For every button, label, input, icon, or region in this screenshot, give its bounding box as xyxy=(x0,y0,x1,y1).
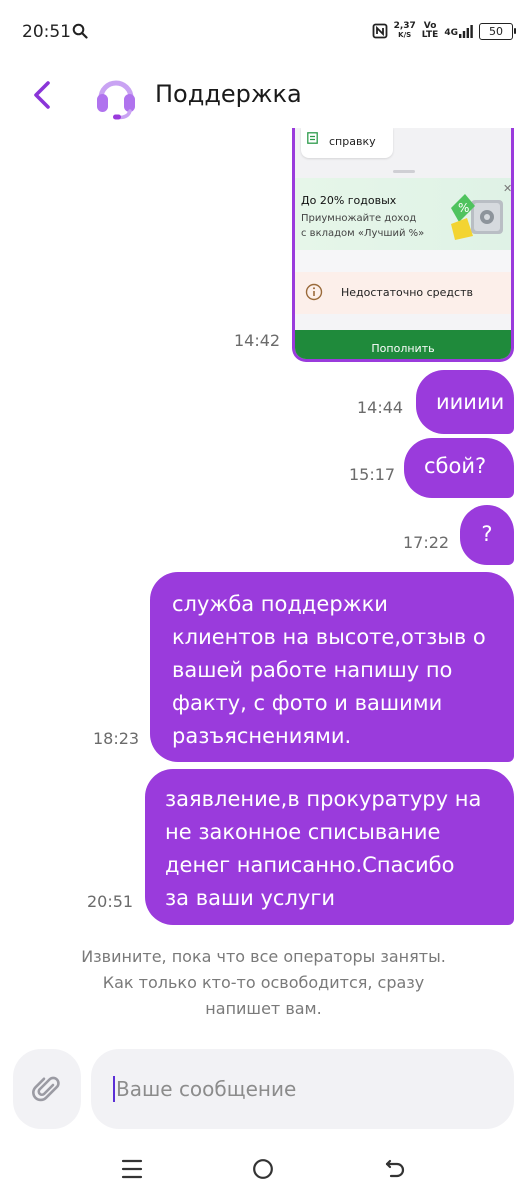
safe-illustration-icon: % xyxy=(451,194,503,240)
nfc-icon xyxy=(372,23,387,39)
message-bubble[interactable]: служба поддержки клиентов на высоте,отзы… xyxy=(150,572,514,762)
message-time: 14:44 xyxy=(357,398,404,417)
svg-text:%: % xyxy=(458,201,469,215)
message-line: клиентов на высоте,отзыв о xyxy=(172,625,486,649)
message-line: не законное списывание xyxy=(165,820,441,844)
image-promo-title: До 20% годовых xyxy=(301,194,397,207)
speed-value: 2,37 xyxy=(393,21,416,31)
paperclip-icon xyxy=(32,1076,60,1102)
headset-icon xyxy=(97,80,135,120)
back-arrow-icon[interactable] xyxy=(28,78,58,112)
image-promo-line: Приумножайте доход xyxy=(301,213,417,224)
chat-header: Поддержка xyxy=(0,64,527,128)
volte-bottom: LTE xyxy=(421,30,439,40)
image-message[interactable]: справку До 20% годовых Приумножайте дохо… xyxy=(292,128,514,362)
message-time: 18:23 xyxy=(93,729,140,748)
signal-indicator: 4G xyxy=(444,24,473,38)
battery-icon: 50 xyxy=(479,22,516,40)
image-doc-label: справку xyxy=(329,135,376,148)
image-promo-line: с вкладом «Лучший %» xyxy=(301,228,425,239)
message-line: за ваши услуги xyxy=(165,886,335,910)
page-title: Поддержка xyxy=(155,80,302,108)
message-input-placeholder: Ваше сообщение xyxy=(116,1077,297,1101)
home-icon[interactable] xyxy=(252,1158,274,1180)
message-time: 17:22 xyxy=(403,533,450,552)
image-doc-card: справку xyxy=(301,128,393,158)
image-alert-text: Недостаточно средств xyxy=(341,286,473,299)
text-caret xyxy=(113,1076,115,1102)
image-topup-button: Пополнить xyxy=(295,330,511,359)
network-type: 4G xyxy=(444,27,458,38)
image-sheet-handle xyxy=(393,170,415,173)
system-message-line: Извините, пока что все операторы заняты. xyxy=(81,947,446,966)
image-spacer xyxy=(295,314,511,330)
system-nav-bar xyxy=(0,1140,527,1200)
volte-indicator: Vo LTE xyxy=(422,22,439,40)
network-speed: 2,37 K/S xyxy=(394,22,416,40)
system-message-line: Как только кто-то освободится, сразу xyxy=(102,973,425,992)
system-message-line: напишет вам. xyxy=(205,999,322,1018)
image-promo-text: Приумножайте доход с вкладом «Лучший %» xyxy=(301,211,431,241)
image-top-area: справку xyxy=(295,128,511,178)
message-line: служба поддержки xyxy=(172,592,388,616)
signal-icon xyxy=(459,24,473,38)
message-line: вашей работе напишу по xyxy=(172,658,453,682)
image-spacer xyxy=(295,250,511,272)
message-bubble[interactable]: заявление,в прокуратуру на не законное с… xyxy=(145,769,514,925)
status-bar: 20:51 2,37 K/S Vo LTE 4G 50 xyxy=(0,0,527,64)
message-time: 14:42 xyxy=(234,331,281,350)
image-alert: Недостаточно средств xyxy=(295,272,511,314)
message-line: денег написанно.Спасибо xyxy=(165,853,455,877)
message-line: заявление,в прокуратуру на xyxy=(165,787,482,811)
system-message: Извините, пока что все операторы заняты.… xyxy=(40,944,487,1022)
message-line: разъяснениями. xyxy=(172,724,352,748)
message-time: 15:17 xyxy=(349,465,396,484)
info-icon xyxy=(305,283,323,301)
menu-icon[interactable] xyxy=(120,1158,144,1180)
message-bubble[interactable]: сбой? xyxy=(404,438,514,498)
speed-unit: K/S xyxy=(398,31,412,39)
message-line: факту, с фото и вашими xyxy=(172,691,443,715)
message-time: 20:51 xyxy=(87,892,134,911)
image-promo-banner: До 20% годовых Приумножайте доход с вкла… xyxy=(295,178,511,250)
message-bubble[interactable]: ? xyxy=(460,505,514,565)
battery-level: 50 xyxy=(489,24,503,38)
message-input[interactable]: Ваше сообщение xyxy=(91,1049,514,1129)
return-icon[interactable] xyxy=(383,1157,407,1181)
status-time: 20:51 xyxy=(22,22,71,42)
document-icon xyxy=(307,132,318,144)
status-icons: 2,37 K/S Vo LTE 4G 50 xyxy=(372,22,516,40)
attach-button[interactable] xyxy=(13,1049,81,1129)
search-icon xyxy=(72,23,88,39)
message-bubble[interactable]: иииии xyxy=(416,370,514,434)
